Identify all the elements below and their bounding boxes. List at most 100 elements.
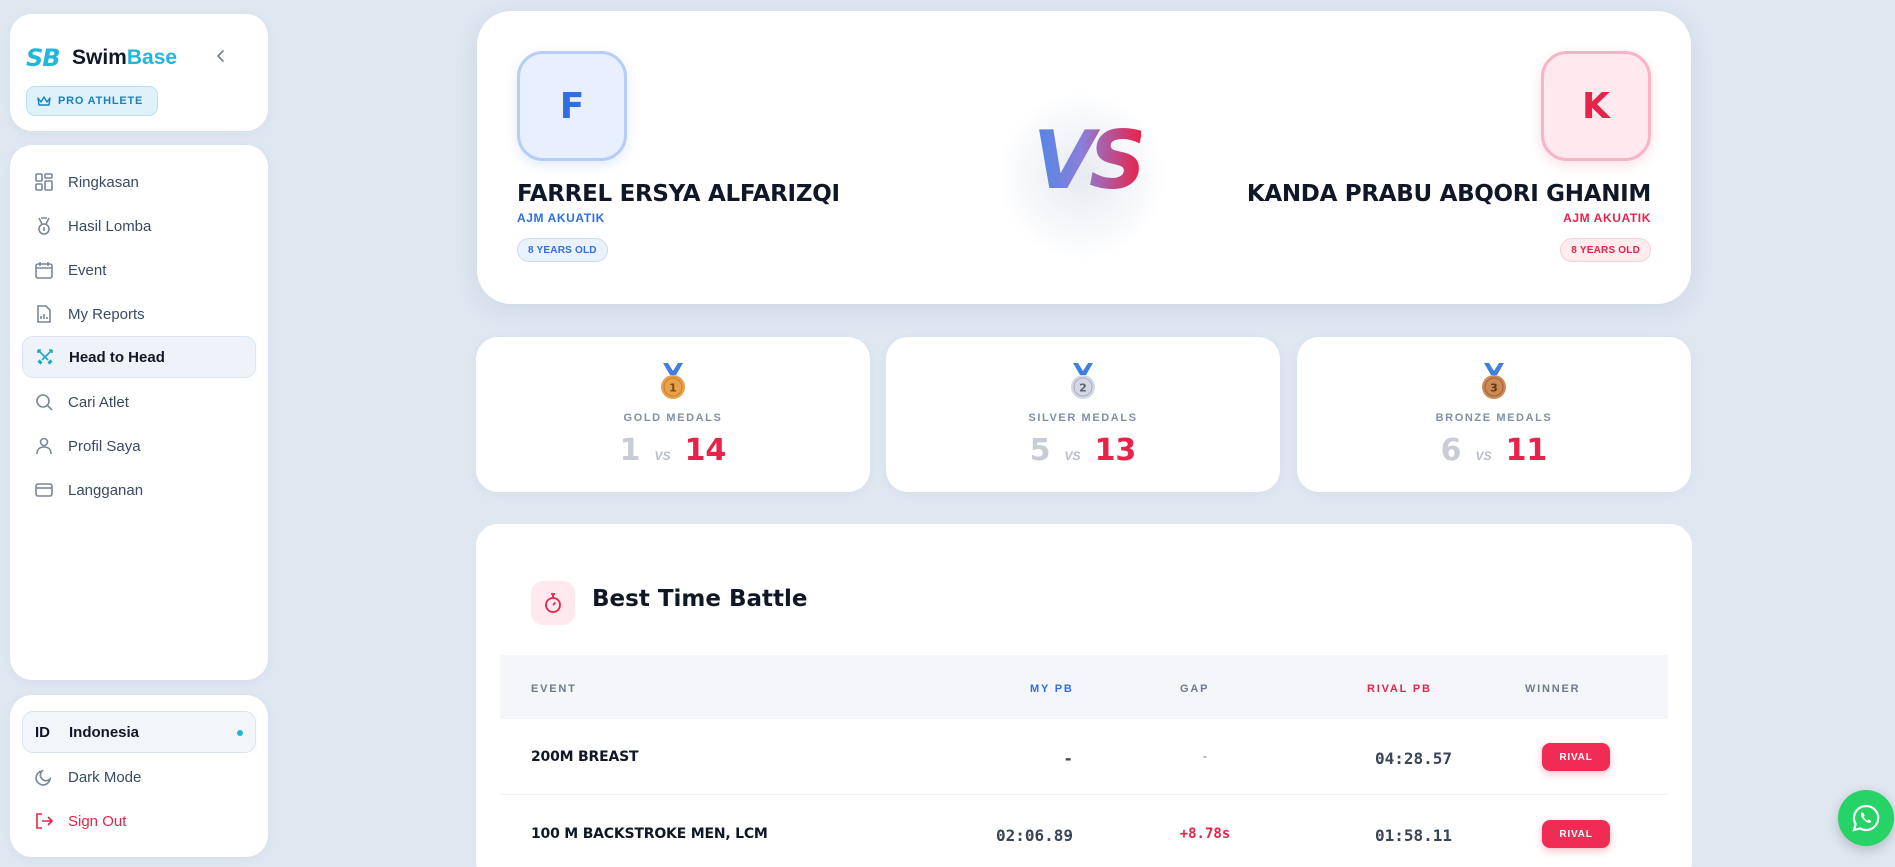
moon-icon: [35, 769, 52, 786]
dark-mode-label: Dark Mode: [68, 768, 142, 786]
whatsapp-chat-button[interactable]: [1838, 790, 1894, 846]
rival-medal-count: 13: [1094, 433, 1137, 468]
medal-score: 5 VS 13: [886, 433, 1280, 468]
rival-medal-count: 14: [684, 433, 727, 468]
stopwatch-icon: [531, 581, 575, 625]
brand-name-part2: Base: [126, 46, 178, 69]
logo-mark: SB: [26, 44, 61, 72]
language-label: Indonesia: [69, 723, 140, 741]
column-header-rival-pb[interactable]: RIVAL PB: [1367, 683, 1432, 695]
sign-out-icon: [36, 813, 54, 829]
vs-label: VS: [1064, 449, 1081, 463]
my-medal-count: 1: [619, 433, 641, 468]
language-selector[interactable]: ID Indonesia: [22, 711, 256, 753]
column-header-gap[interactable]: GAP: [1180, 683, 1209, 695]
section-title: Best Time Battle: [592, 586, 808, 612]
swords-icon: [35, 347, 55, 367]
gold-medal-rank: 1: [669, 382, 677, 395]
winner-badge: RIVAL: [1542, 743, 1610, 771]
sidebar-item-profil-saya[interactable]: Profil Saya: [22, 425, 256, 467]
event-name: 100 M BACKSTROKE MEN, LCM: [531, 826, 768, 842]
sidebar-item-head-to-head[interactable]: Head to Head: [22, 336, 256, 378]
vs-emblem: VS: [1033, 114, 1147, 207]
grid-icon: [34, 172, 54, 192]
sidebar-item-my-reports[interactable]: My Reports: [22, 293, 256, 335]
language-active-dot: [237, 730, 243, 736]
table-row[interactable]: 200M BREAST - - 04:28.57 RIVAL: [500, 719, 1668, 795]
brand-logo[interactable]: SB SwimBase: [26, 44, 177, 72]
sidebar-item-label: Hasil Lomba: [68, 217, 152, 235]
pro-athlete-label: PRO ATHLETE: [58, 95, 144, 107]
sidebar-item-ringkasan[interactable]: Ringkasan: [22, 161, 256, 203]
crown-icon: [37, 96, 51, 106]
report-icon: [34, 304, 54, 324]
sidebar-nav: Ringkasan Hasil Lomba Event My Reports H…: [10, 145, 268, 680]
calendar-icon: [34, 260, 54, 280]
my-medal-count: 5: [1029, 433, 1051, 468]
sidebar-item-label: Cari Atlet: [68, 393, 129, 411]
sidebar-item-label: My Reports: [68, 305, 145, 323]
winner-badge: RIVAL: [1542, 820, 1610, 848]
player-club-left: AJM AKUATIK: [517, 211, 605, 225]
gold-medals-card: 1 GOLD MEDALS 1 VS 14: [476, 337, 870, 492]
sidebar-item-label: Ringkasan: [68, 173, 139, 191]
sidebar-item-cari-atlet[interactable]: Cari Atlet: [22, 381, 256, 423]
rival-pb-time: 01:58.11: [1374, 826, 1452, 845]
brand-name-part1: Swim: [72, 46, 127, 69]
whatsapp-icon: [1852, 804, 1880, 832]
player-name-right: KANDA PRABU ABQORI GHANIM: [1246, 181, 1651, 207]
column-header-winner[interactable]: WINNER: [1525, 683, 1580, 695]
sidebar-item-event[interactable]: Event: [22, 249, 256, 291]
gold-medal-icon: 1: [661, 363, 685, 399]
sidebar-item-hasil-lomba[interactable]: Hasil Lomba: [22, 205, 256, 247]
medal-label: BRONZE MEDALS: [1435, 412, 1553, 424]
language-code: ID: [35, 723, 50, 741]
player-age-left: 8 YEARS OLD: [517, 238, 608, 262]
gap-value: -: [1200, 749, 1210, 765]
vs-label: VS: [654, 449, 671, 463]
sign-out-button[interactable]: Sign Out: [22, 801, 256, 841]
rival-pb-time: 04:28.57: [1374, 749, 1452, 768]
silver-medal-rank: 2: [1079, 382, 1087, 395]
sidebar-item-label: Langganan: [68, 481, 144, 499]
sidebar-item-label: Head to Head: [69, 348, 165, 366]
sidebar-item-langganan[interactable]: Langganan: [22, 469, 256, 511]
bronze-medal-rank: 3: [1490, 382, 1498, 395]
table-row[interactable]: 100 M BACKSTROKE MEN, LCM 02:06.89 +8.78…: [500, 796, 1668, 867]
dark-mode-toggle[interactable]: Dark Mode: [22, 757, 256, 797]
collapse-sidebar-icon[interactable]: [206, 44, 236, 68]
player-age-right: 8 YEARS OLD: [1560, 238, 1651, 262]
card-icon: [34, 480, 54, 500]
sidebar-settings: ID Indonesia Dark Mode Sign Out: [10, 695, 268, 857]
player-avatar-left: F: [517, 51, 627, 161]
brand-name: SwimBase: [72, 46, 177, 70]
user-icon: [34, 436, 54, 456]
player-avatar-right: K: [1541, 51, 1651, 161]
vs-label: VS: [1475, 449, 1492, 463]
medal-icon: [34, 216, 54, 236]
my-medal-count: 6: [1440, 433, 1462, 468]
table-header: EVENT MY PB GAP RIVAL PB WINNER: [500, 655, 1668, 719]
medal-label: SILVER MEDALS: [1028, 412, 1138, 424]
silver-medals-card: 2 SILVER MEDALS 5 VS 13: [886, 337, 1280, 492]
brand-card: SB SwimBase PRO ATHLETE: [10, 14, 268, 131]
rival-medal-count: 11: [1505, 433, 1548, 468]
sign-out-label: Sign Out: [68, 812, 127, 830]
medal-score: 1 VS 14: [476, 433, 870, 468]
silver-medal-icon: 2: [1071, 363, 1095, 399]
player-club-right: AJM AKUATIK: [1563, 211, 1651, 225]
bronze-medal-icon: 3: [1482, 363, 1506, 399]
sidebar-item-label: Event: [68, 261, 107, 279]
best-time-battle-panel: Best Time Battle EVENT MY PB GAP RIVAL P…: [476, 524, 1692, 867]
gap-value: +8.78s: [1179, 826, 1231, 842]
medal-label: GOLD MEDALS: [623, 412, 723, 424]
search-icon: [34, 392, 54, 412]
pro-athlete-badge: PRO ATHLETE: [26, 86, 159, 116]
bronze-medals-card: 3 BRONZE MEDALS 6 VS 11: [1297, 337, 1691, 492]
head-to-head-hero: F FARREL ERSYA ALFARIZQI AJM AKUATIK 8 Y…: [477, 11, 1691, 304]
my-pb-time: 02:06.89: [995, 826, 1073, 845]
column-header-my-pb[interactable]: MY PB: [1030, 683, 1074, 695]
player-name-left: FARREL ERSYA ALFARIZQI: [517, 181, 840, 207]
my-pb-time: -: [1063, 749, 1073, 768]
column-header-event[interactable]: EVENT: [531, 683, 577, 695]
